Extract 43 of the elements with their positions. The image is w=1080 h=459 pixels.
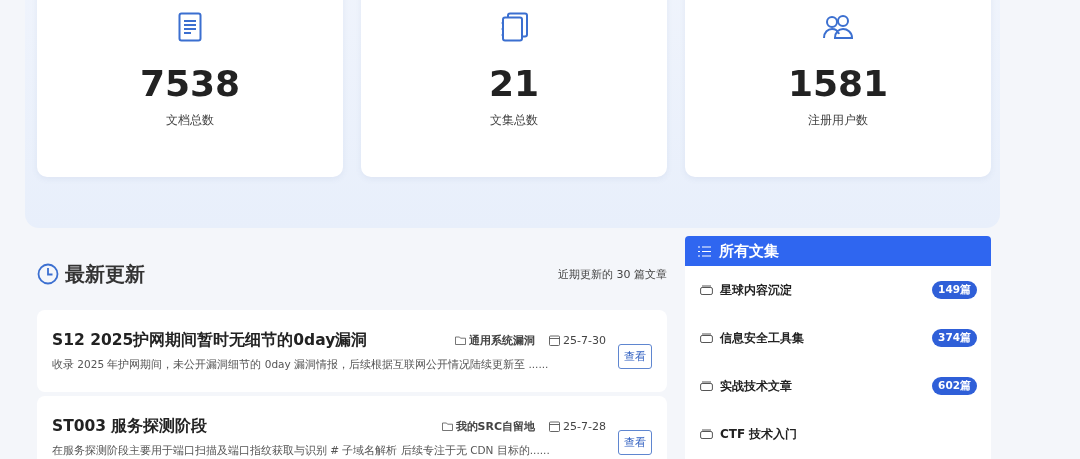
view-button[interactable]: 查看 xyxy=(618,343,652,369)
count-badge: 374篇 xyxy=(932,329,977,347)
list-icon xyxy=(698,245,711,257)
section-note: 近期更新的 30 篇文章 xyxy=(558,266,667,282)
collection-item[interactable]: 实战技术文章 602篇 xyxy=(685,362,991,410)
stat-label: 文集总数 xyxy=(490,112,538,129)
article-summary: 在服务探测阶段主要用于端口扫描及端口指纹获取与识别 # 子域名解析 后续专注于无 CDN 目标的...... xyxy=(52,444,551,458)
article-category: 我的SRC自留地 xyxy=(455,419,536,434)
notebook-stack-icon xyxy=(499,12,529,42)
calendar-icon xyxy=(549,421,561,432)
collection-name: 实战技术文章 xyxy=(720,377,793,395)
box-icon xyxy=(700,429,713,439)
collections-title: 所有文集 xyxy=(719,241,779,261)
count-badge: 602篇 xyxy=(932,377,977,395)
collection-item[interactable]: CTF 技术入门 xyxy=(685,410,991,458)
box-icon xyxy=(700,333,713,343)
document-icon xyxy=(178,12,202,42)
collection-name: 星球内容沉淀 xyxy=(720,281,793,299)
article-category: 通用系统漏洞 xyxy=(469,333,536,348)
stat-value: 21 xyxy=(488,62,540,106)
stat-value: 7538 xyxy=(139,62,241,106)
box-icon xyxy=(700,381,713,391)
section-title: 最新更新 xyxy=(65,260,146,288)
count-badge: 149篇 xyxy=(932,281,977,299)
article-date: 25-7-28 xyxy=(563,420,606,433)
collection-name: 信息安全工具集 xyxy=(720,329,805,347)
collection-item[interactable]: 信息安全工具集 374篇 xyxy=(685,314,991,362)
stat-label: 文档总数 xyxy=(166,112,214,129)
collection-item[interactable]: 星球内容沉淀 149篇 xyxy=(685,266,991,314)
clock-icon xyxy=(37,263,59,285)
stat-label: 注册用户数 xyxy=(808,112,868,129)
folder-icon xyxy=(455,336,467,345)
stat-value: 1581 xyxy=(787,62,889,106)
users-icon xyxy=(822,12,854,42)
view-button[interactable]: 查看 xyxy=(618,429,652,455)
article-date: 25-7-30 xyxy=(563,334,606,347)
article-summary: 收录 2025 年护网期间，未公开漏洞细节的 0day 漏洞情报，后续根据互联网公开情况陆续更新至 ...... xyxy=(52,358,550,372)
box-icon xyxy=(700,285,713,295)
article-title[interactable]: ST003 服务探测阶段 xyxy=(52,416,442,437)
calendar-icon xyxy=(549,335,561,346)
collection-name: CTF 技术入门 xyxy=(720,425,799,443)
folder-icon xyxy=(441,422,453,431)
article-title[interactable]: S12 2025护网期间暂时无细节的0day漏洞 xyxy=(52,330,456,351)
